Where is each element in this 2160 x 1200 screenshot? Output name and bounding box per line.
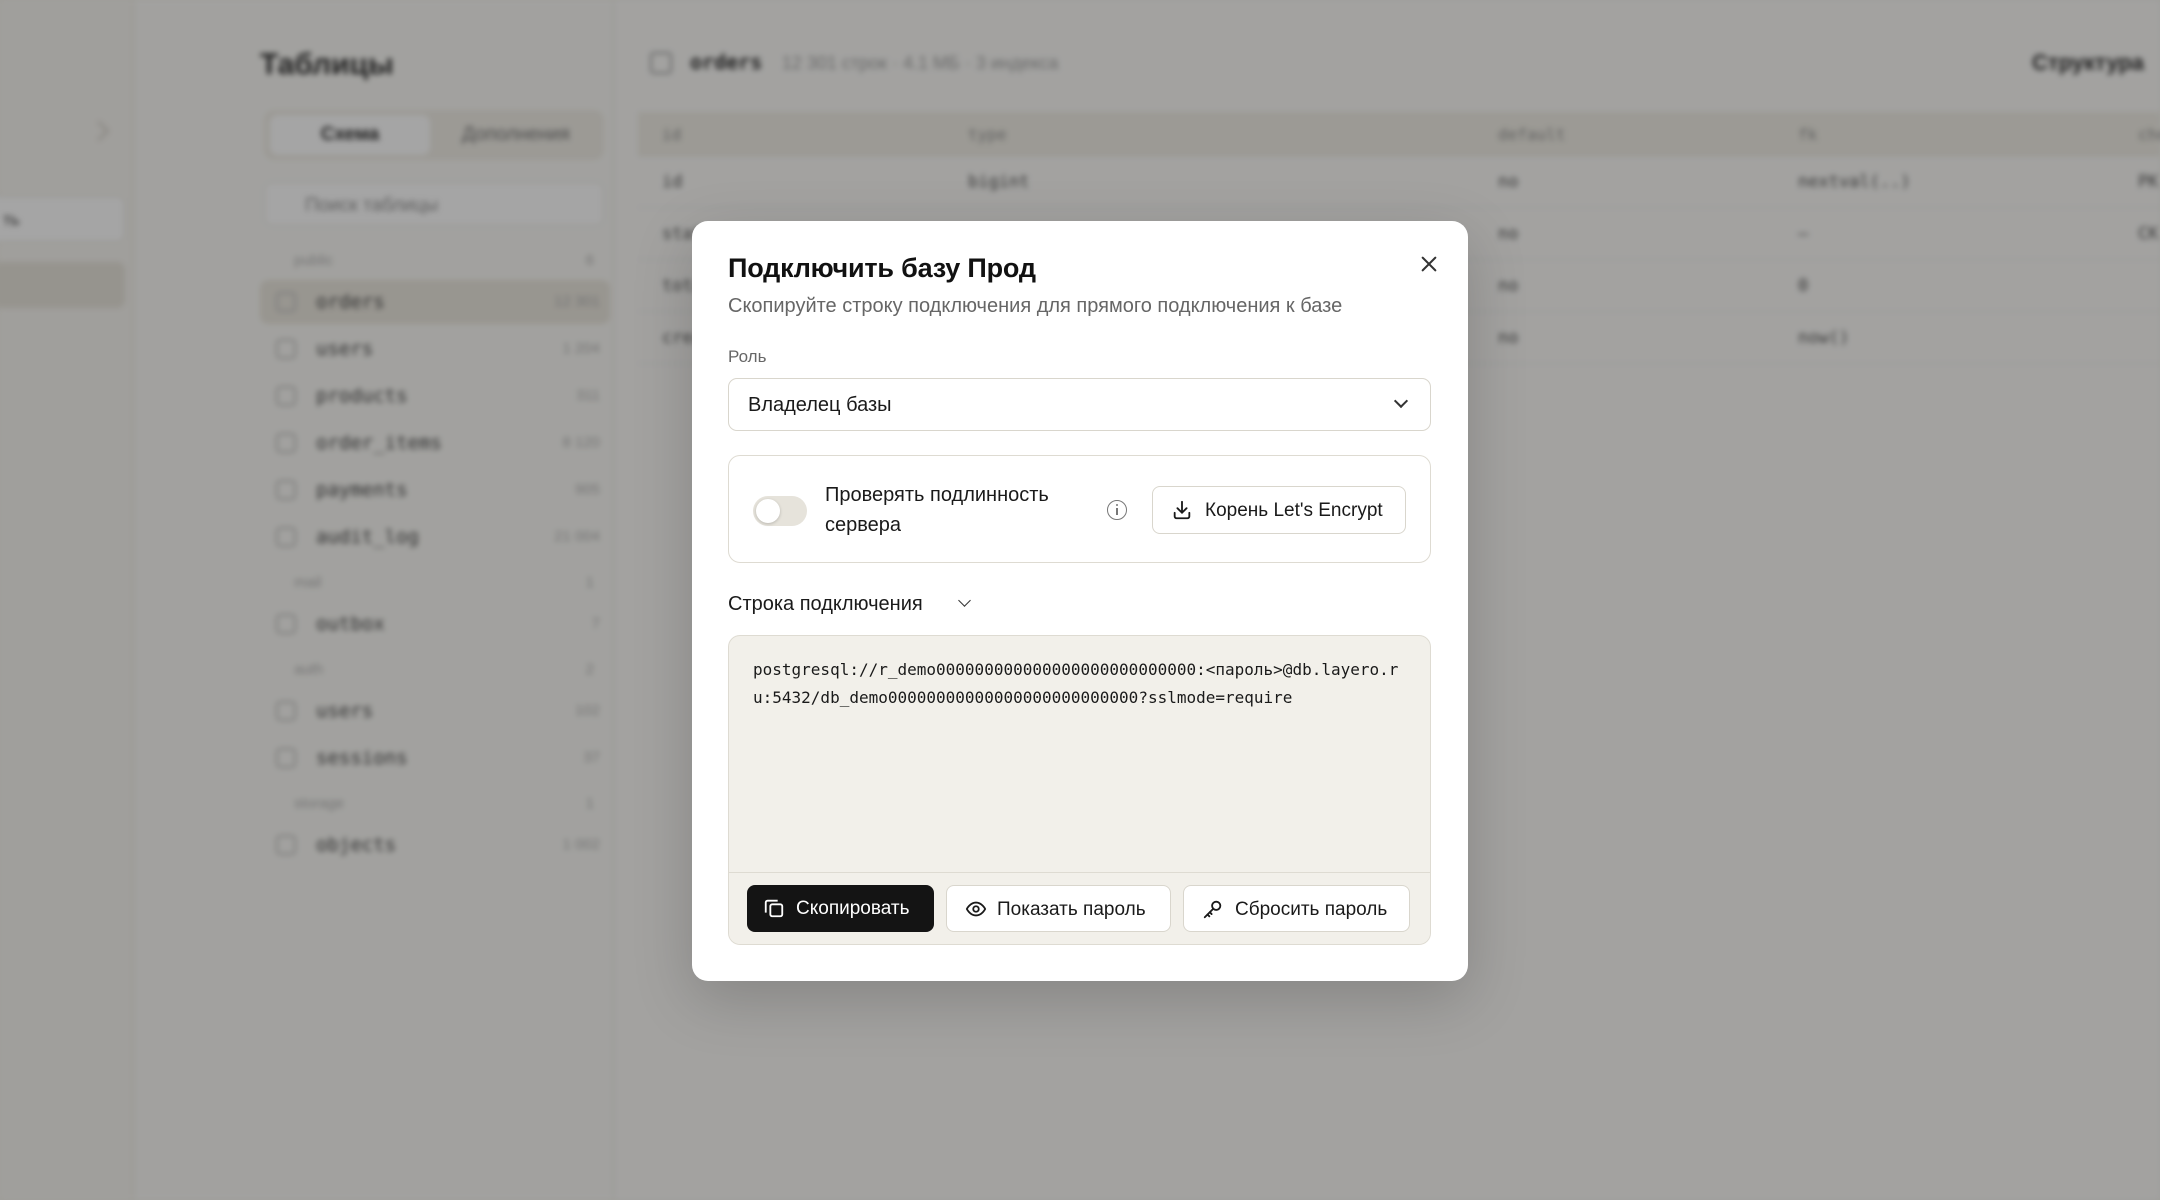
role-select-value: Владелец базы [748,394,892,416]
key-icon [1203,900,1222,919]
connection-string-box: postgresql://r_demo000000000000000000000… [728,635,1431,945]
server-verify-card: Проверять подлинность сервера Корень Let… [728,455,1431,563]
chevron-down-icon [958,594,971,607]
toggle-knob [756,499,780,523]
copy-icon [764,899,784,918]
show-password-label: Показать пароль [997,899,1146,920]
verify-server-toggle[interactable] [753,496,807,526]
download-lets-encrypt-root-button[interactable]: Корень Let's Encrypt [1152,486,1406,534]
reset-password-button[interactable]: Сбросить пароль [1183,885,1410,932]
close-icon[interactable] [1416,251,1442,277]
copy-button[interactable]: Скопировать [747,885,934,932]
show-password-button[interactable]: Показать пароль [946,885,1171,932]
download-icon [1173,500,1191,520]
copy-button-label: Скопировать [796,898,910,919]
role-select[interactable]: Владелец базы [728,378,1431,431]
verify-server-label: Проверять подлинность сервера [825,484,1049,536]
info-icon[interactable] [1107,500,1127,520]
connection-string-header: Строка подключения [728,593,923,615]
eye-icon [965,901,987,917]
connection-actions: Скопировать Показать пароль Сбросить пар… [729,872,1430,944]
role-label: Роль [728,347,767,366]
modal-title: Подключить базу Прод [728,253,1036,283]
modal-subtitle: Скопируйте строку подключения для прямог… [728,295,1343,317]
download-lets-encrypt-label: Корень Let's Encrypt [1205,500,1383,521]
connect-database-modal: Подключить базу Прод Скопируйте строку п… [692,221,1468,981]
reset-password-label: Сбросить пароль [1235,899,1388,920]
connection-string-toggle[interactable]: Строка подключения [728,593,971,616]
chevron-down-icon [1393,393,1409,409]
connection-string-text[interactable]: postgresql://r_demo000000000000000000000… [753,656,1413,712]
